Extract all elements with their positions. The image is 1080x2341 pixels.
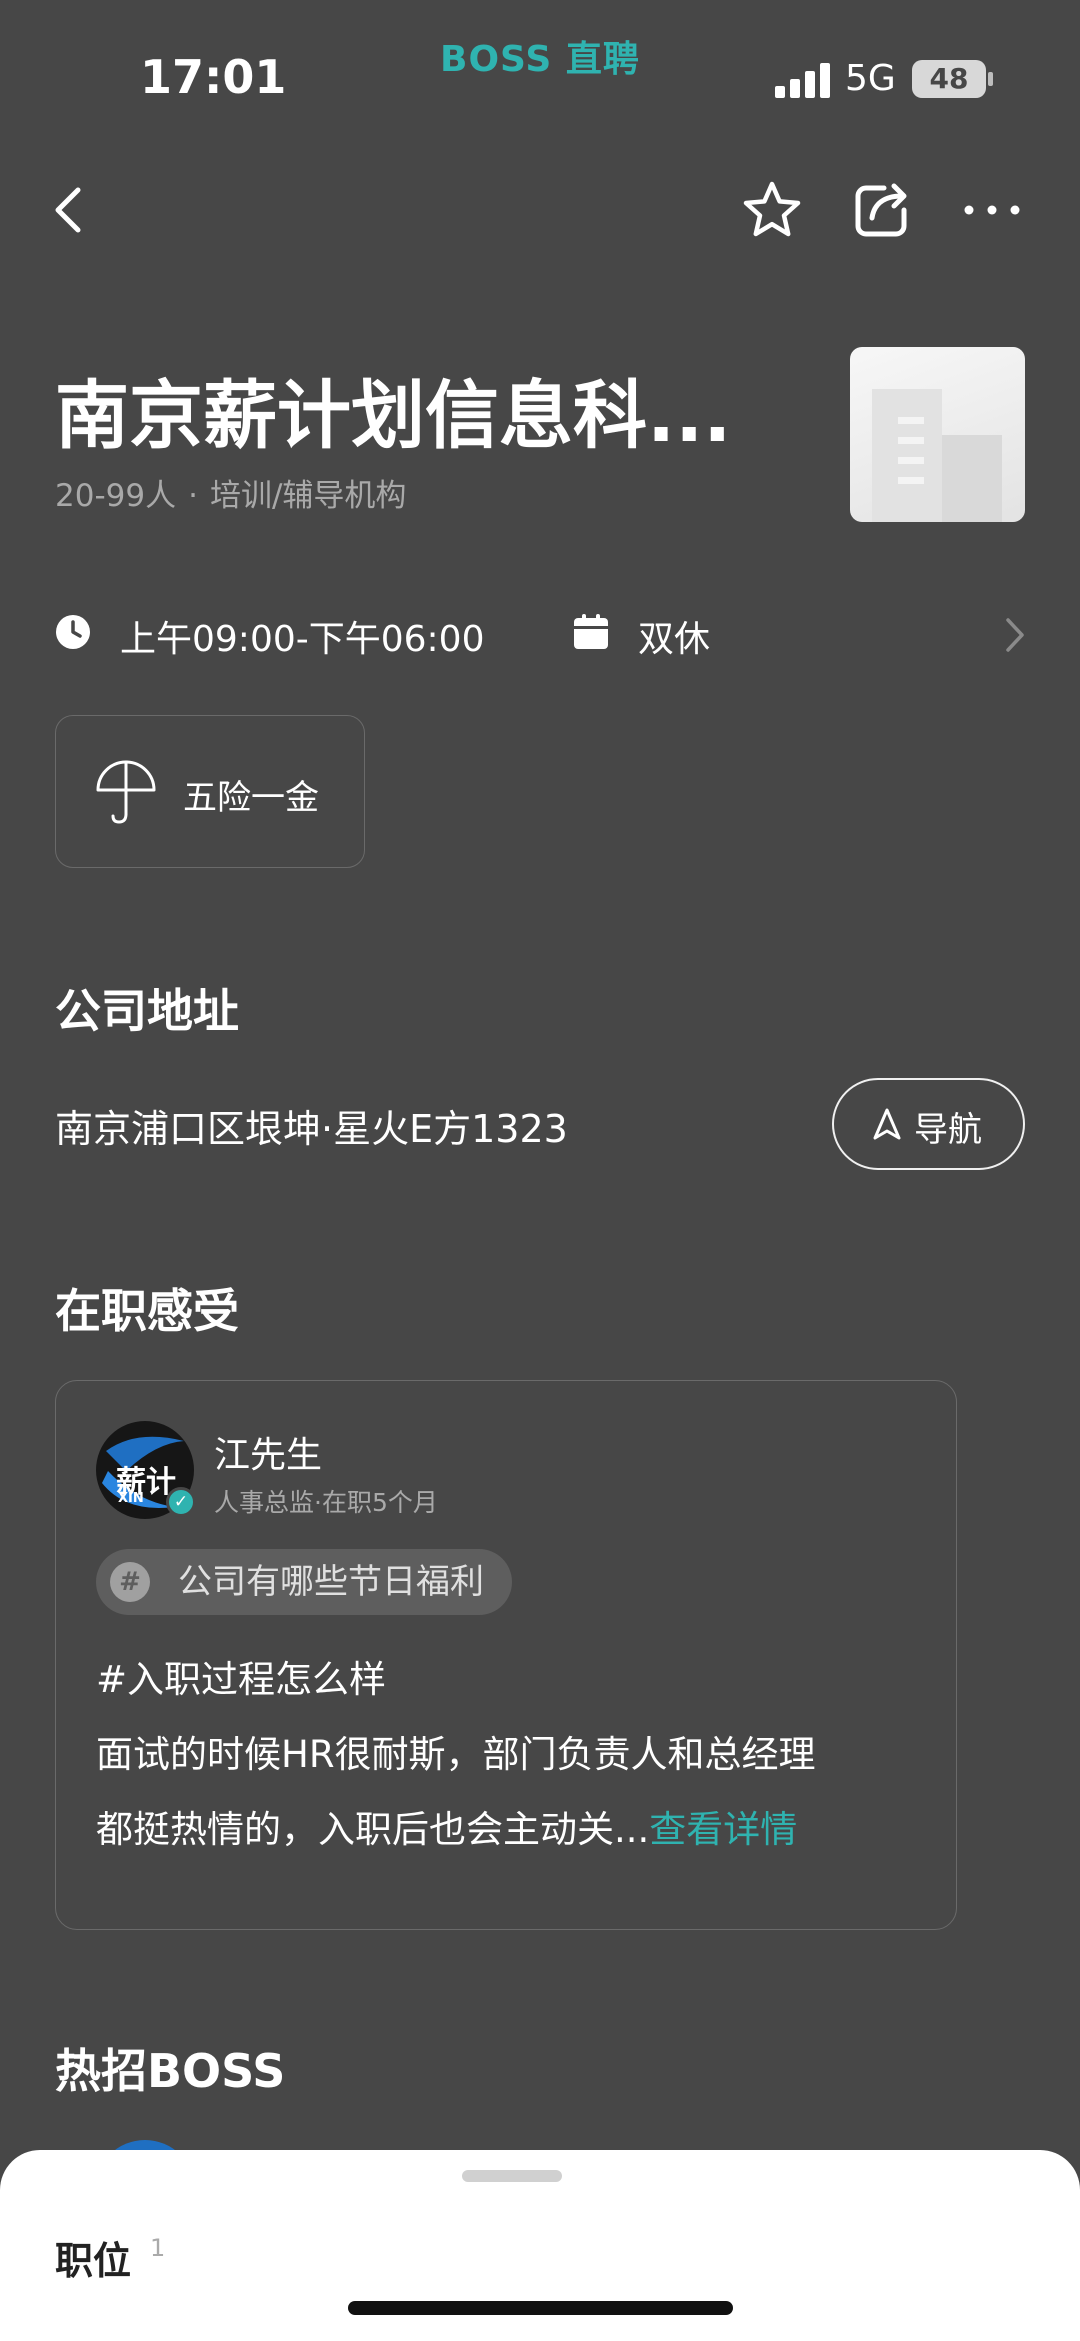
building-icon <box>872 389 1002 522</box>
back-button[interactable] <box>28 170 108 250</box>
umbrella-icon <box>96 760 156 824</box>
employee-review-card[interactable]: 薪计 XIN ✓ 江先生 人事总监·在职5个月 # 公司有哪些节日福利 #入职过… <box>55 1380 957 1930</box>
work-schedule-row[interactable]: 上午09:00-下午06:00 双休 <box>55 600 1035 670</box>
hot-boss-section-title: 热招BOSS <box>55 2044 286 2098</box>
calendar-icon <box>574 614 608 649</box>
app-badge: BOSS 直聘 <box>440 39 640 80</box>
review-line-2: 面试的时候HR很耐斯，部门负责人和总经理 <box>96 1733 816 1776</box>
company-address: 南京浦口区垠坤·星火E方1323 <box>55 1107 568 1151</box>
benefit-label: 五险一金 <box>183 778 319 818</box>
company-logo <box>850 347 1025 522</box>
chevron-left-icon <box>55 187 81 233</box>
company-meta: 20-99人 · 培训/辅导机构 <box>55 470 406 515</box>
topic-tag[interactable]: # 公司有哪些节日福利 <box>96 1549 512 1615</box>
share-icon <box>855 183 907 237</box>
rest-schedule: 双休 <box>638 619 711 660</box>
sheet-drag-handle[interactable] <box>462 2170 562 2182</box>
company-detail-page: 17:01 BOSS 直聘 5G 48 南京薪计划信息科... 20-99人 ·… <box>0 0 1080 2341</box>
more-icon <box>964 205 1020 215</box>
positions-count: 1 <box>150 2234 166 2262</box>
view-details-link[interactable]: 查看详情 <box>649 1808 797 1851</box>
network-label: 5G <box>845 58 896 99</box>
status-time: 17:01 <box>140 50 287 104</box>
meta-separator: · <box>188 478 198 514</box>
navigation-arrow-icon <box>873 1108 901 1140</box>
battery-icon: 48 <box>912 60 986 98</box>
reviewer-name: 江先生 <box>214 1435 323 1476</box>
more-button[interactable] <box>952 170 1032 250</box>
company-name: 南京薪计划信息科... <box>55 373 732 459</box>
reviews-section-title: 在职感受 <box>55 1284 239 1338</box>
navigate-button[interactable]: 导航 <box>832 1078 1025 1170</box>
status-bar: 17:01 BOSS 直聘 5G 48 <box>0 0 1080 150</box>
signal-icon <box>775 62 831 98</box>
work-hours: 上午09:00-下午06:00 <box>120 619 485 660</box>
battery-level: 48 <box>929 62 969 95</box>
tab-positions[interactable]: 职位 <box>55 2230 131 2285</box>
navigate-button-label: 导航 <box>914 1110 982 1150</box>
reviewer-role: 人事总监·在职5个月 <box>214 1488 438 1517</box>
company-industry: 培训/辅导机构 <box>209 478 407 514</box>
battery-cap <box>988 72 993 86</box>
benefit-chip[interactable]: 五险一金 <box>55 715 365 868</box>
review-line-1: #入职过程怎么样 <box>96 1658 387 1701</box>
company-size: 20-99人 <box>55 478 177 514</box>
share-button[interactable] <box>842 170 922 250</box>
star-icon <box>743 181 801 237</box>
home-indicator <box>348 2301 733 2315</box>
verified-badge-icon: ✓ <box>166 1487 196 1517</box>
review-line-3: 都挺热情的，入职后也会主动关...查看详情 <box>96 1799 797 1853</box>
hashtag-icon: # <box>110 1562 150 1602</box>
chevron-right-icon <box>1006 618 1024 652</box>
review-line-3-text: 都挺热情的，入职后也会主动关... <box>96 1808 650 1851</box>
favorite-button[interactable] <box>732 170 812 250</box>
topic-text: 公司有哪些节日福利 <box>178 1562 484 1602</box>
address-section-title: 公司地址 <box>55 984 239 1038</box>
avatar-subtext: XIN <box>118 1491 144 1506</box>
clock-icon <box>56 615 90 649</box>
